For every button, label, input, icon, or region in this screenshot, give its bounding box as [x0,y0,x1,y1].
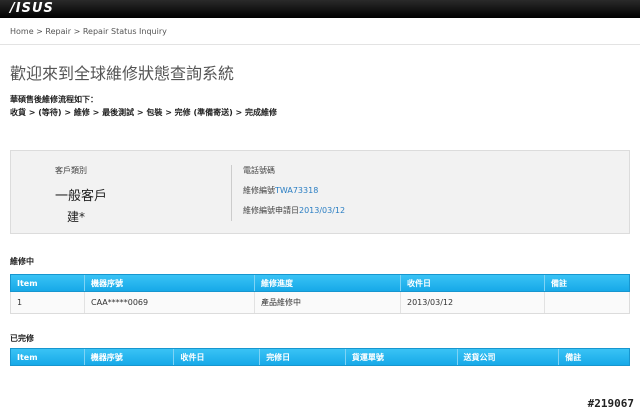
column-header: 完修日 [260,349,346,365]
header-divider [0,44,640,45]
breadcrumb: Home > Repair > Repair Status Inquiry [10,27,167,36]
table-cell: 1 [11,292,85,313]
table-cell: 2013/03/12 [401,292,545,313]
column-header: 送貨公司 [458,349,560,365]
table-row: 1 CAA*****0069 產品維修中 2013/03/12 [10,292,630,314]
column-header: 備註 [551,278,567,288]
repair-flow-title: 華碩售後維修流程如下： [10,95,98,104]
table-cell: 產品維修中 [255,292,401,313]
column-header: 機器序號 [85,275,255,291]
table-header: Item 機器序號 收件日 完修日 貨運單號 送貨公司 備註 [10,348,630,366]
breadcrumb-separator: > [71,27,83,36]
table-cell: CAA*****0069 [85,292,255,313]
breadcrumb-repair[interactable]: Repair [45,27,71,36]
apply-date-row: 維修編號申請日2013/03/12 [243,205,345,216]
repair-flow-steps: 收貨 > (等待) > 維修 > 最後測試 > 包裝 > 完修 (準備寄送) >… [10,108,278,117]
phone-row: 電話號碼 [243,165,345,176]
completed-table: Item 機器序號 收件日 完修日 貨運單號 送貨公司 備註 [10,348,630,366]
customer-type-label: 客戶類別 [55,166,87,175]
column-header: Item [11,275,85,291]
customer-type-value: 一般客戶 [55,189,108,204]
column-header: 維修進度 [255,275,401,291]
asus-logo[interactable]: /ISUS [10,1,54,16]
column-header: 收件日 [174,349,261,365]
table-header: Item 機器序號 維修進度 收件日 備註 [10,274,630,292]
breadcrumb-separator: > [33,27,46,36]
table-cell [545,292,629,313]
repair-details: 電話號碼 維修編號TWA73318 維修編號申請日2013/03/12 [243,165,345,225]
column-header: 備註 [565,352,582,362]
apply-date-label: 維修編號申請日 [243,206,299,215]
top-bar: /ISUS [0,0,640,18]
column-header: Item [11,349,85,365]
in-repair-table: Item 機器序號 維修進度 收件日 備註 1 CAA*****0069 產品維… [10,274,630,314]
column-header: 貨運單號 [346,349,458,365]
customer-info: 客戶類別 一般客戶 建* [55,165,107,225]
apply-date-value: 2013/03/12 [299,206,346,215]
page-title: 歡迎來到全球維修狀態查詢系統 [10,64,235,83]
column-header: 機器序號 [85,349,175,365]
repair-no-row: 維修編號TWA73318 [243,185,345,196]
breadcrumb-current: Repair Status Inquiry [82,27,167,36]
phone-label: 電話號碼 [243,166,275,175]
repair-no-label: 維修編號 [243,186,275,195]
breadcrumb-home[interactable]: Home [10,27,34,36]
column-header: 收件日 [401,275,545,291]
watermark: #219067 [587,397,634,410]
repair-info-panel: 客戶類別 一般客戶 建* 電話號碼 維修編號TWA73318 維修編號申請日20… [10,150,630,234]
completed-title: 已完修 [10,334,34,343]
repair-no-value: TWA73318 [275,186,319,195]
customer-name: 建* [67,210,86,224]
info-divider [231,165,232,221]
in-repair-title: 維修中 [10,257,34,266]
